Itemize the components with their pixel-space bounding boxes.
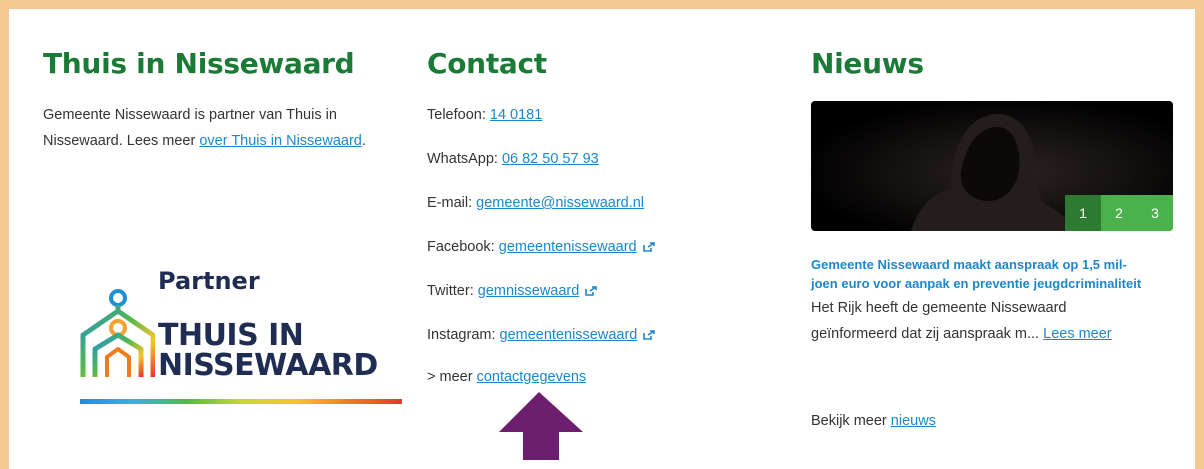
thuis-heading: Thuis in Nissewaard <box>43 47 355 80</box>
contact-label: Twitter: <box>427 283 478 299</box>
contact-item: Facebook: gemeentenissewaard <box>427 235 655 259</box>
contact-item: E-mail: gemeente@nissewaard.nl <box>427 191 644 215</box>
contact-label: Instagram: <box>427 327 500 343</box>
lees-meer-link[interactable]: Lees meer <box>1043 326 1112 342</box>
logo-line2: NISSEWAARD <box>158 348 378 383</box>
news-summary-line2: geïnformeerd dat zij aanspraak m... Lees… <box>811 321 1173 347</box>
news-summary: Het Rijk heeft de gemeente Nissewaard ge… <box>811 295 1173 347</box>
slider-page-button[interactable]: 2 <box>1101 195 1137 231</box>
house-logo-icon <box>80 289 155 377</box>
contact-label: WhatsApp: <box>427 151 502 167</box>
contact-label: Telefoon: <box>427 107 490 123</box>
contact-item: Instagram: gemeentenissewaard <box>427 323 656 347</box>
contact-link[interactable]: 14 0181 <box>490 107 542 123</box>
news-title-line2[interactable]: joen euro voor aanpak en preventie jeugd… <box>811 274 1173 293</box>
nieuws-link[interactable]: nieuws <box>891 413 936 429</box>
more-news-prefix: Bekijk meer <box>811 413 891 429</box>
news-slider-image[interactable]: 123 <box>811 101 1173 231</box>
logo-color-bar <box>80 399 402 404</box>
footer-panel: Thuis in Nissewaard Gemeente Nissewaard … <box>9 9 1195 469</box>
thuis-text-suffix: . <box>361 133 366 149</box>
contact-item: WhatsApp: 06 82 50 57 93 <box>427 147 599 171</box>
more-contact-prefix: > meer <box>427 369 477 385</box>
thuis-text-line1: Gemeente Nissewaard is partner van Thuis… <box>43 107 337 123</box>
contact-item: Telefoon: 14 0181 <box>427 103 542 127</box>
more-news: Bekijk meer nieuws <box>811 409 936 433</box>
contact-link[interactable]: 06 82 50 57 93 <box>502 151 599 167</box>
contact-item: Twitter: gemnissewaard <box>427 279 598 303</box>
up-arrow-icon <box>499 392 583 460</box>
external-link-icon <box>642 242 655 252</box>
logo-wordmark: THUIS IN NISSEWAARD <box>158 321 378 381</box>
contact-heading: Contact <box>427 47 547 80</box>
slider-page-button[interactable]: 1 <box>1065 195 1101 231</box>
over-thuis-link[interactable]: over Thuis in Nissewaard <box>199 133 362 149</box>
partner-label: Partner <box>158 267 260 295</box>
news-title[interactable]: Gemeente Nissewaard maakt aanspraak op 1… <box>811 255 1173 293</box>
news-title-line1[interactable]: Gemeente Nissewaard maakt aanspraak op 1… <box>811 255 1173 274</box>
contact-label: Facebook: <box>427 239 499 255</box>
logo-line1: THUIS IN <box>158 318 304 353</box>
contactgegevens-link[interactable]: contactgegevens <box>477 369 587 385</box>
slider-pager: 123 <box>1065 195 1173 231</box>
contact-label: E-mail: <box>427 195 477 211</box>
external-link-icon <box>585 286 598 296</box>
news-summary-prefix: geïnformeerd dat zij aanspraak m... <box>811 326 1044 342</box>
thuis-text-prefix: Nissewaard. Lees meer <box>43 133 200 149</box>
contact-link[interactable]: gemnissewaard <box>478 283 580 299</box>
more-contact: > meer contactgegevens <box>427 365 586 389</box>
external-link-icon <box>643 330 656 340</box>
contact-link[interactable]: gemeentenissewaard <box>499 239 637 255</box>
news-summary-line1: Het Rijk heeft de gemeente Nissewaard <box>811 300 1067 316</box>
contact-link[interactable]: gemeentenissewaard <box>500 327 638 343</box>
contact-link[interactable]: gemeente@nissewaard.nl <box>476 195 644 211</box>
news-heading: Nieuws <box>811 47 924 80</box>
thuis-text-line2: Nissewaard. Lees meer over Thuis in Niss… <box>43 129 366 153</box>
slider-page-button[interactable]: 3 <box>1137 195 1173 231</box>
